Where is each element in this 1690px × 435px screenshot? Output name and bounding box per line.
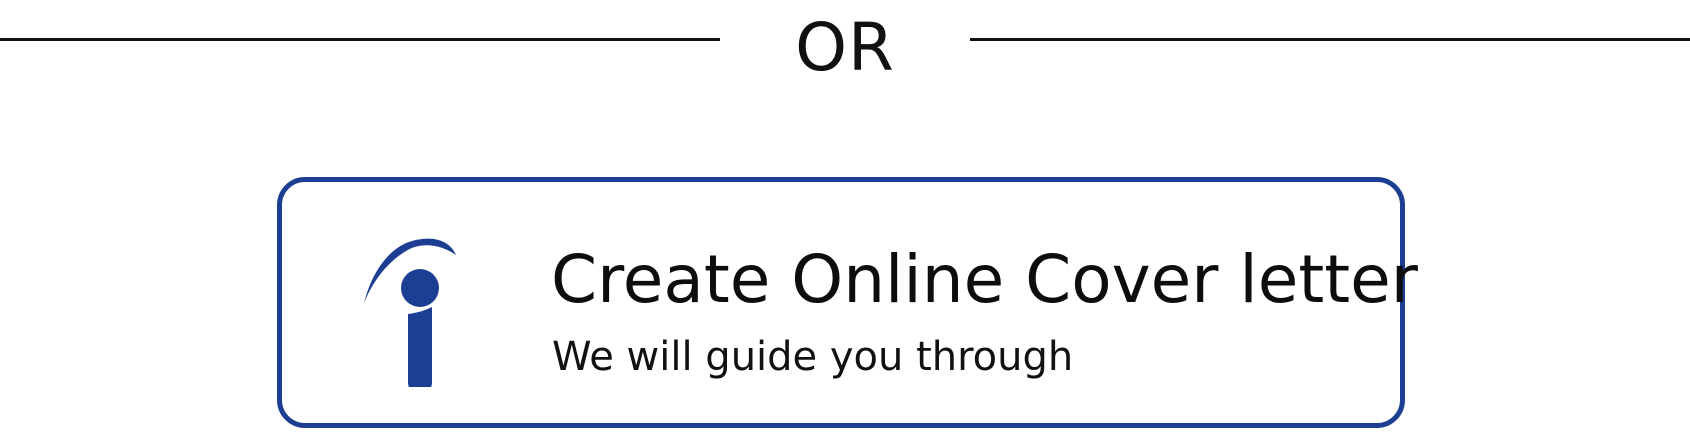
or-divider-label: OR (795, 9, 895, 86)
card-title: Create Online Cover letter (551, 241, 1418, 318)
divider-line-right (970, 38, 1690, 41)
divider-line-left (0, 38, 720, 41)
card-subtitle: We will guide you through (552, 334, 1074, 380)
indeed-logo-icon (364, 237, 474, 393)
create-online-cover-letter-button[interactable]: Create Online Cover letter We will guide… (277, 177, 1418, 428)
